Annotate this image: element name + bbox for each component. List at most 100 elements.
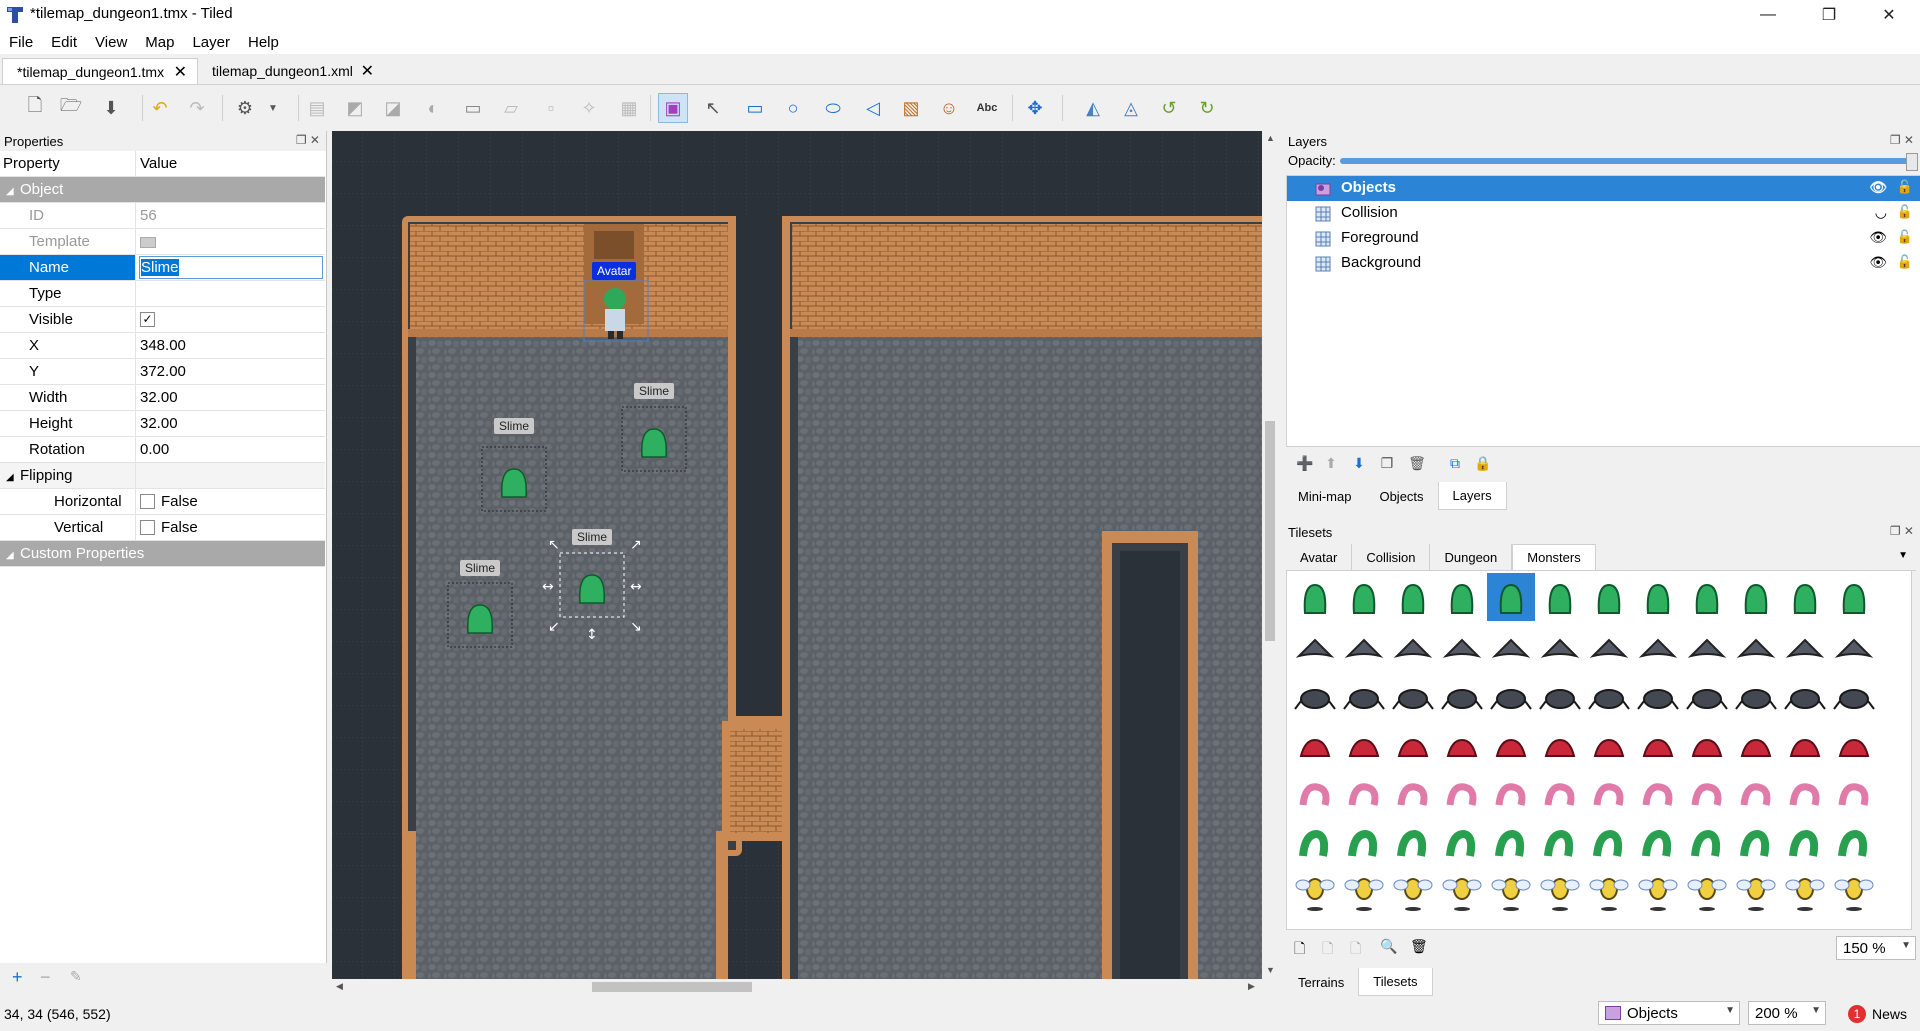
property-value[interactable]: 0.00 (137, 437, 325, 462)
lower-layer-icon[interactable]: ⬇ (1348, 452, 1370, 474)
monster-tile[interactable] (1683, 720, 1731, 768)
dock-buttons[interactable]: ❐ ✕ (1890, 524, 1914, 538)
property-row[interactable]: Type (0, 281, 325, 307)
undo-icon[interactable]: ↶ (145, 93, 175, 123)
monster-tile[interactable] (1732, 769, 1780, 817)
monster-tile[interactable] (1438, 671, 1486, 719)
monster-tile[interactable] (1536, 720, 1584, 768)
tileset-grid[interactable] (1286, 570, 1912, 930)
map-vertical-scrollbar[interactable]: ▲ ▼ (1262, 131, 1278, 979)
visible-checkbox[interactable]: ✓ (137, 307, 325, 332)
monster-tile[interactable] (1683, 769, 1731, 817)
tileset-tab-avatar[interactable]: Avatar (1286, 544, 1353, 570)
move-icon[interactable]: ✥ (1020, 93, 1050, 123)
avatar-object-label[interactable]: Avatar (592, 262, 637, 280)
menu-map[interactable]: Map (136, 34, 183, 51)
redo-icon[interactable]: ↷ (182, 93, 212, 123)
rect-select-icon[interactable]: ▫ (536, 93, 566, 123)
layer-row-collision[interactable]: Collision ◡ 🔓 (1287, 201, 1920, 226)
monster-tile[interactable] (1291, 720, 1339, 768)
layer-row-background[interactable]: Background 👁 🔓 (1287, 251, 1920, 276)
new-file-icon[interactable]: 🗋 (20, 93, 50, 123)
monster-tile[interactable] (1389, 622, 1437, 670)
tab-layers[interactable]: Layers (1437, 482, 1507, 510)
monster-tile[interactable] (1389, 720, 1437, 768)
edit-polygons-icon[interactable]: ↖ (698, 93, 728, 123)
insert-text-icon[interactable]: Abc (972, 93, 1002, 123)
monster-tile[interactable] (1438, 769, 1486, 817)
monster-tile[interactable] (1340, 867, 1388, 915)
tab-objects[interactable]: Objects (1365, 482, 1437, 510)
monster-tile[interactable] (1781, 769, 1829, 817)
eye-icon[interactable]: 👁 (1869, 229, 1887, 246)
monster-tile[interactable] (1585, 818, 1633, 866)
show-hide-others-icon[interactable]: ⧉ (1444, 452, 1466, 474)
property-value[interactable] (137, 281, 325, 306)
monster-tile[interactable] (1438, 867, 1486, 915)
menu-layer[interactable]: Layer (183, 34, 239, 51)
monster-tile[interactable] (1585, 769, 1633, 817)
menu-edit[interactable]: Edit (42, 34, 86, 51)
remove-tileset-icon[interactable]: 🗑 (1410, 938, 1428, 955)
property-row[interactable]: ID 56 (0, 203, 325, 229)
monster-tile[interactable] (1389, 867, 1437, 915)
monster-tile[interactable] (1536, 671, 1584, 719)
group-flipping[interactable]: ◢ Flipping (0, 463, 325, 489)
property-row[interactable]: Template (0, 229, 325, 255)
monster-tile[interactable] (1585, 573, 1633, 621)
monster-tile[interactable] (1585, 720, 1633, 768)
map-horizontal-scrollbar[interactable]: ◀ ▶ (332, 979, 1262, 995)
group-object[interactable]: ◢ Object (0, 177, 325, 203)
property-value[interactable]: 32.00 (137, 411, 325, 436)
monster-tile[interactable] (1389, 818, 1437, 866)
eye-icon[interactable]: 👁 (1869, 254, 1887, 271)
tileset-tab-monsters[interactable]: Monsters (1512, 544, 1596, 570)
property-row[interactable]: Vertical False (0, 515, 325, 541)
monster-tile[interactable] (1340, 671, 1388, 719)
monster-tile[interactable] (1732, 818, 1780, 866)
monster-tile[interactable] (1585, 622, 1633, 670)
add-property-icon[interactable]: + (12, 967, 23, 988)
lock-icon[interactable]: 🔓 (1897, 254, 1913, 270)
monster-tile[interactable] (1340, 720, 1388, 768)
monster-tile[interactable] (1487, 818, 1535, 866)
duplicate-layer-icon[interactable]: ❐ (1376, 452, 1398, 474)
close-window-icon[interactable]: ✕ (1866, 0, 1912, 30)
monster-tile[interactable] (1536, 622, 1584, 670)
monster-tile[interactable] (1291, 622, 1339, 670)
rotate-left-icon[interactable]: ↺ (1154, 93, 1184, 123)
monster-tile[interactable] (1732, 720, 1780, 768)
slime-object-label[interactable]: Slime (634, 383, 675, 399)
eye-closed-icon[interactable]: ◡ (1875, 204, 1887, 221)
flip-vertical-icon[interactable]: ◬ (1116, 93, 1146, 123)
property-row[interactable]: Height 32.00 (0, 411, 325, 437)
tileset-tabs-dropdown-icon[interactable]: ▼ (1898, 550, 1908, 561)
name-value-editor[interactable]: Slime (137, 255, 325, 280)
property-row[interactable]: Visible ✓ (0, 307, 325, 333)
property-value[interactable]: 348.00 (137, 333, 325, 358)
monster-tile[interactable] (1291, 867, 1339, 915)
monster-tile[interactable] (1830, 720, 1878, 768)
opacity-slider[interactable] (1340, 158, 1912, 164)
eraser-icon[interactable]: ▱ (496, 93, 526, 123)
monster-tile[interactable] (1291, 671, 1339, 719)
scroll-thumb[interactable] (1265, 421, 1275, 641)
wang-brush-icon[interactable]: ◪ (378, 93, 408, 123)
dock-buttons[interactable]: ❐ ✕ (296, 133, 320, 147)
slime-object-label[interactable]: Slime (494, 418, 535, 434)
monster-tile[interactable] (1683, 671, 1731, 719)
commands-icon[interactable]: ⚙ (230, 93, 260, 123)
save-icon[interactable]: ⬇ (96, 93, 126, 123)
monster-tile[interactable] (1683, 573, 1731, 621)
tileset-tab-dungeon[interactable]: Dungeon (1430, 544, 1513, 570)
remove-property-icon[interactable]: − (40, 967, 51, 988)
monster-tile[interactable] (1340, 818, 1388, 866)
close-tab-icon[interactable]: ✕ (361, 61, 374, 81)
monster-tile[interactable] (1830, 818, 1878, 866)
lock-layers-icon[interactable]: 🔒 (1472, 452, 1494, 474)
monster-tile[interactable] (1389, 573, 1437, 621)
map-svg[interactable]: ↖ ↗ ↙ ↘ ↕ ↕ ↔ ↔ (332, 131, 1262, 979)
stamp-brush-icon[interactable]: ▤ (302, 93, 332, 123)
bucket-fill-icon[interactable]: ◐ (418, 93, 448, 123)
monster-tile[interactable] (1683, 622, 1731, 670)
